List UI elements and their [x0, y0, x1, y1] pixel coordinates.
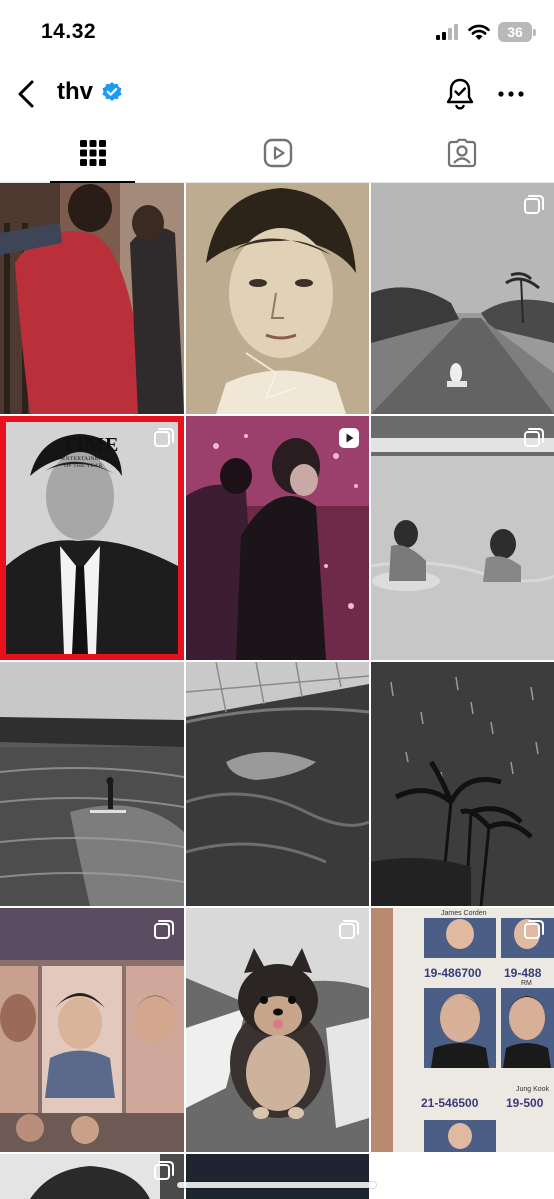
home-indicator [177, 1182, 376, 1188]
profile-tabs [0, 124, 554, 183]
cover-subtitle-line-1: ENTERTAINER [62, 456, 103, 462]
post-image-palm-trees-rain [371, 662, 554, 906]
tagged-icon [447, 138, 476, 168]
post-thumbnail[interactable] [186, 662, 369, 906]
photo-sheet-name-label: RM [521, 980, 532, 987]
post-thumbnail[interactable]: TIME ENTERTAINER OF THE YEAR [0, 416, 184, 660]
signal-icon [436, 24, 458, 40]
post-thumbnail[interactable] [0, 183, 184, 414]
multiple-posts-icon [154, 428, 174, 447]
post-image-dark-water [186, 662, 369, 906]
photo-sheet-number-label: 21-546500 [421, 1096, 479, 1110]
post-thumbnail[interactable] [186, 183, 369, 414]
status-icons: 36 [436, 22, 536, 42]
post-thumbnail[interactable] [371, 662, 554, 906]
tab-reels[interactable] [235, 124, 320, 182]
tab-posts-grid[interactable] [50, 124, 135, 183]
multiple-posts-icon [154, 1161, 174, 1180]
post-image-pomeranian-dog [186, 908, 369, 1152]
more-options-icon[interactable] [497, 82, 525, 106]
post-thumbnail[interactable]: James Corden 19-486700 19-488 RM 21-5465… [371, 908, 554, 1152]
grid-icon [79, 140, 106, 166]
cover-masthead: TIME [62, 434, 120, 456]
photo-sheet-name-label: James Corden [441, 910, 487, 917]
photo-sheet-number-label: 19-500 [506, 1096, 544, 1110]
post-thumbnail[interactable] [186, 908, 369, 1152]
post-image-concert-crowd [186, 416, 369, 660]
reel-play-icon [339, 428, 359, 448]
photo-sheet-number-label: 19-488 [504, 966, 542, 980]
profile-username: thv [57, 78, 93, 105]
post-image-road [371, 183, 554, 414]
status-time: 14.32 [41, 20, 97, 43]
cover-subtitle-line-2: OF THE YEAR [64, 463, 103, 469]
post-thumbnail[interactable] [371, 416, 554, 660]
multiple-posts-icon [524, 428, 544, 447]
post-thumbnail[interactable] [186, 416, 369, 660]
tab-tagged[interactable] [419, 124, 504, 182]
multiple-posts-icon [339, 920, 359, 939]
post-image-paddleboard [0, 662, 184, 906]
post-image-pool [371, 416, 554, 660]
multiple-posts-icon [154, 920, 174, 939]
wifi-icon [468, 24, 490, 40]
photo-sheet-number-label: 19-486700 [424, 966, 482, 980]
post-image-red-suit [0, 183, 184, 414]
notification-bell-icon[interactable] [444, 77, 476, 111]
battery-level: 36 [507, 24, 523, 40]
post-image-id-photo-sheet [371, 908, 554, 1152]
post-thumbnail[interactable] [0, 908, 184, 1152]
post-thumbnail[interactable] [0, 1154, 184, 1199]
reels-icon [263, 138, 292, 168]
post-thumbnail[interactable] [0, 662, 184, 906]
post-image-photobooth-strips [0, 908, 184, 1152]
verified-badge-icon [102, 82, 122, 101]
photo-sheet-name-label: Jung Kook [516, 1086, 550, 1093]
post-image-partial-dark [186, 1154, 369, 1199]
post-image-sepia-portrait [186, 183, 369, 414]
multiple-posts-icon [524, 195, 544, 214]
battery-indicator: 36 [498, 22, 536, 42]
back-arrow-icon[interactable] [14, 78, 40, 110]
multiple-posts-icon [524, 920, 544, 939]
post-thumbnail[interactable] [186, 1154, 369, 1199]
status-bar: 14.32 36 [0, 0, 554, 66]
post-thumbnail[interactable] [371, 183, 554, 414]
username-block: thv [57, 78, 123, 106]
profile-header: thv [0, 66, 554, 124]
